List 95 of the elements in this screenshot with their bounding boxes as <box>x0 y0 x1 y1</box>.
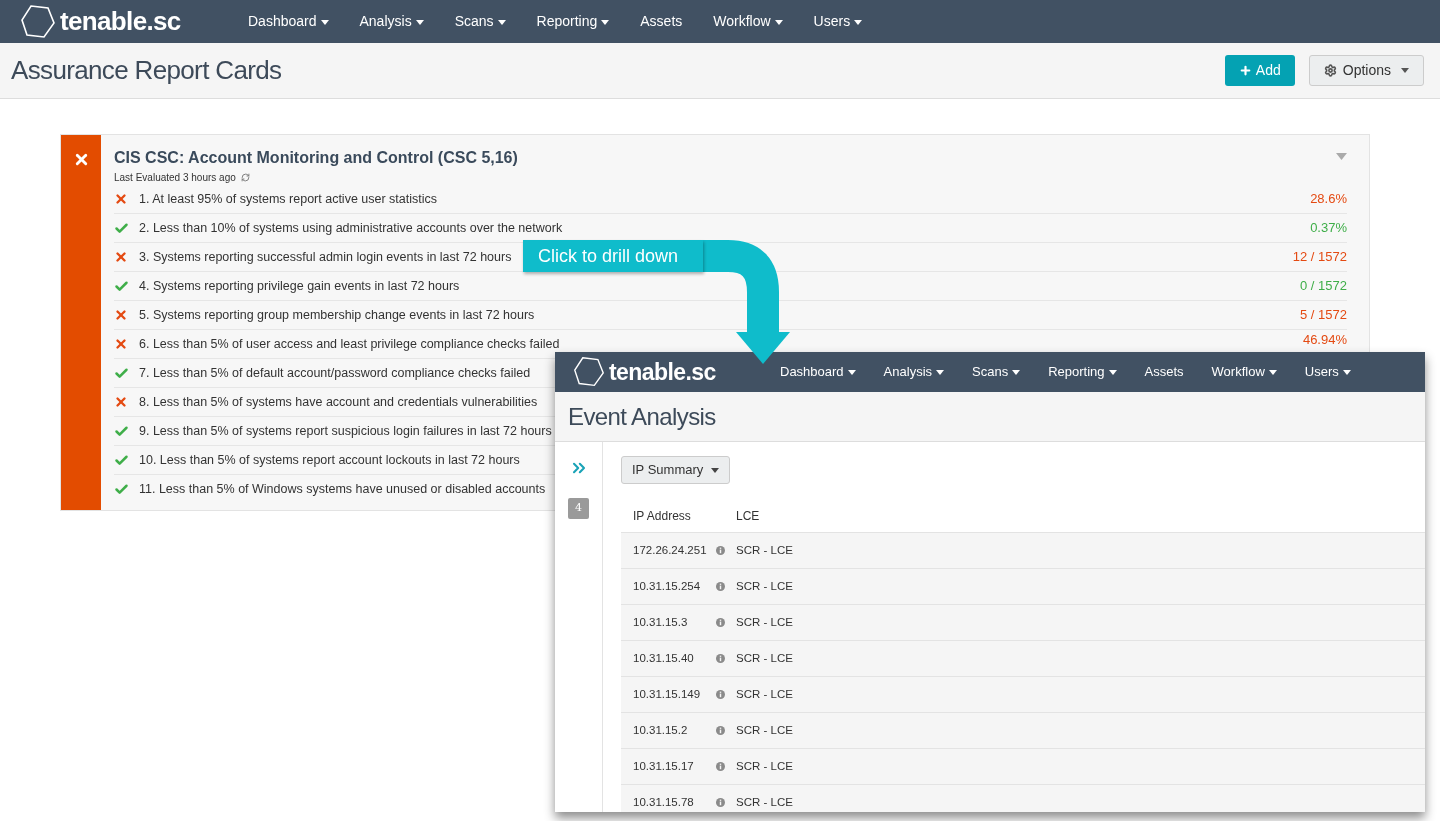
hexagon-logo-icon <box>573 356 605 388</box>
nav-menu-item[interactable]: Analysis <box>883 362 945 382</box>
ip-address-cell-text: 10.31.15.254 <box>633 578 702 594</box>
nav-menu-item[interactable]: Dashboard <box>248 11 329 32</box>
nav-menu-item[interactable]: Reporting <box>536 11 610 32</box>
info-icon[interactable] <box>716 654 725 663</box>
column-header[interactable]: LCE <box>736 507 760 525</box>
nav-menu-item[interactable]: Workflow <box>713 11 783 32</box>
ip-address-cell-text: 10.31.15.78 <box>633 794 695 810</box>
settings-icon <box>1323 64 1337 77</box>
caret-icon <box>415 19 424 25</box>
lce-cell-text: SCR - LCE <box>736 794 793 810</box>
row-value: 28.6% <box>1310 190 1347 209</box>
nav-menu-item[interactable]: Scans <box>972 362 1021 382</box>
ip-address-cell-text: 10.31.15.40 <box>633 650 695 666</box>
ip-address-cell-text: 10.31.15.17 <box>633 758 695 774</box>
info-icon[interactable] <box>716 762 725 771</box>
row-label[interactable]: 11. Less than 5% of Windows systems have unused or disabled accounts <box>139 480 546 499</box>
last-evaluated-text: Last Evaluated 3 hours ago <box>114 171 236 185</box>
row-label[interactable]: 3. Systems reporting successful admin login events in last 72 hours <box>139 247 512 267</box>
caret-icon <box>936 370 945 376</box>
nav-menu-item[interactable]: Dashboard <box>780 362 856 382</box>
info-icon[interactable] <box>716 546 725 555</box>
nav-menu-item[interactable]: Users <box>1304 362 1351 382</box>
info-icon[interactable] <box>716 798 725 807</box>
logo-text: tenable.sc <box>60 5 181 38</box>
nav-menu-item[interactable]: Scans <box>454 11 506 32</box>
lce-cell-text: SCR - LCE <box>736 722 793 738</box>
ip-address-cell-text: 10.31.15.149 <box>633 686 702 702</box>
lce-cell-text: SCR - LCE <box>736 542 793 558</box>
row-label[interactable]: 1. At least 95% of systems report active user statistics <box>139 189 438 209</box>
row-value: 0.37% <box>1310 219 1347 238</box>
info-icon[interactable] <box>716 618 725 627</box>
caret-icon <box>1342 370 1351 376</box>
ip-address-cell-text: 10.31.15.3 <box>633 614 689 630</box>
row-value: 46.94% <box>1302 331 1347 350</box>
caret-icon <box>1401 68 1409 73</box>
column-header[interactable]: IP Address <box>621 507 736 525</box>
table-row[interactable]: 10.31.15.2 SCR - LCE <box>621 712 1425 748</box>
caret-icon <box>320 19 329 25</box>
table-row[interactable]: 10.31.15.254 SCR - LCE <box>621 568 1425 604</box>
nav-menu-item[interactable]: Assets <box>640 11 683 32</box>
nav-menu-item[interactable]: Users <box>813 11 863 32</box>
info-icon[interactable] <box>716 582 725 591</box>
hexagon-logo-icon <box>20 3 56 40</box>
caret-icon <box>847 370 856 376</box>
caret-icon <box>1268 370 1277 376</box>
lce-cell-text: SCR - LCE <box>736 686 793 702</box>
options-button[interactable]: Options <box>1308 55 1424 86</box>
info-icon[interactable] <box>716 726 725 735</box>
plus-icon <box>1238 64 1252 77</box>
refresh-icon[interactable] <box>240 173 250 182</box>
lce-cell-text: SCR - LCE <box>736 758 793 774</box>
count-badge: 4 <box>568 498 589 519</box>
row-label[interactable]: 9. Less than 5% of systems report suspicious login failures in last 72 hours <box>139 421 552 441</box>
caret-icon <box>1012 370 1021 376</box>
lce-cell-text: SCR - LCE <box>736 650 793 666</box>
caret-icon <box>774 19 783 25</box>
card-title: CIS CSC: Account Monitoring and Control (CSC 5,16) <box>114 148 518 168</box>
lce-cell-text: SCR - LCE <box>736 578 793 594</box>
ip-address-cell-text: 172.26.24.251 <box>633 542 708 558</box>
caret-icon <box>1108 370 1117 376</box>
nav-menu-item[interactable]: Analysis <box>359 11 424 32</box>
row-label[interactable]: 6. Less than 5% of user access and least privilege compliance checks failed <box>139 334 560 354</box>
lce-cell-text: SCR - LCE <box>736 614 793 630</box>
page-title: Event Analysis <box>568 401 716 432</box>
table-row[interactable]: 172.26.24.251 SCR - LCE <box>621 532 1425 568</box>
row-value: 12 / 1572 <box>1292 248 1347 267</box>
table-row[interactable]: 10.31.15.78 SCR - LCE <box>621 784 1425 812</box>
nav-menu-item[interactable]: Reporting <box>1048 362 1117 382</box>
info-icon[interactable] <box>716 690 725 699</box>
callout-label: Click to drill down <box>523 240 703 272</box>
nav-menu-item[interactable]: Workflow <box>1211 362 1277 382</box>
ip-address-cell-text: 10.31.15.2 <box>633 722 689 738</box>
table-row[interactable]: 10.31.15.17 SCR - LCE <box>621 748 1425 784</box>
nav-menu-item[interactable]: Assets <box>1144 362 1184 382</box>
row-label[interactable]: 5. Systems reporting group membership change events in last 72 hours <box>139 305 535 325</box>
table-row[interactable]: 10.31.15.3 SCR - LCE <box>621 604 1425 640</box>
table-row[interactable]: 10.31.15.149 SCR - LCE <box>621 676 1425 712</box>
row-label[interactable]: 2. Less than 10% of systems using administrative accounts over the network <box>139 218 563 238</box>
row-label[interactable]: 4. Systems reporting privilege gain events in last 72 hours <box>139 276 460 296</box>
row-label[interactable]: 7. Less than 5% of default account/password compliance checks failed <box>139 363 531 383</box>
logo-text: tenable.sc <box>609 357 716 387</box>
row-value: 5 / 1572 <box>1300 306 1347 325</box>
row-value: 0 / 1572 <box>1300 277 1347 296</box>
caret-icon <box>601 19 610 25</box>
collapse-caret-icon[interactable] <box>1336 153 1347 160</box>
caret-icon <box>854 19 863 25</box>
caret-icon <box>497 19 506 25</box>
view-dropdown[interactable]: IP Summary <box>621 456 731 484</box>
table-row[interactable]: 10.31.15.40 SCR - LCE <box>621 640 1425 676</box>
row-label[interactable]: 10. Less than 5% of systems report account lockouts in last 72 hours <box>139 450 520 470</box>
caret-icon <box>711 467 720 473</box>
page-title: Assurance Report Cards <box>11 54 282 87</box>
row-label[interactable]: 8. Less than 5% of systems have account and credentials vulnerabilities <box>139 392 538 412</box>
